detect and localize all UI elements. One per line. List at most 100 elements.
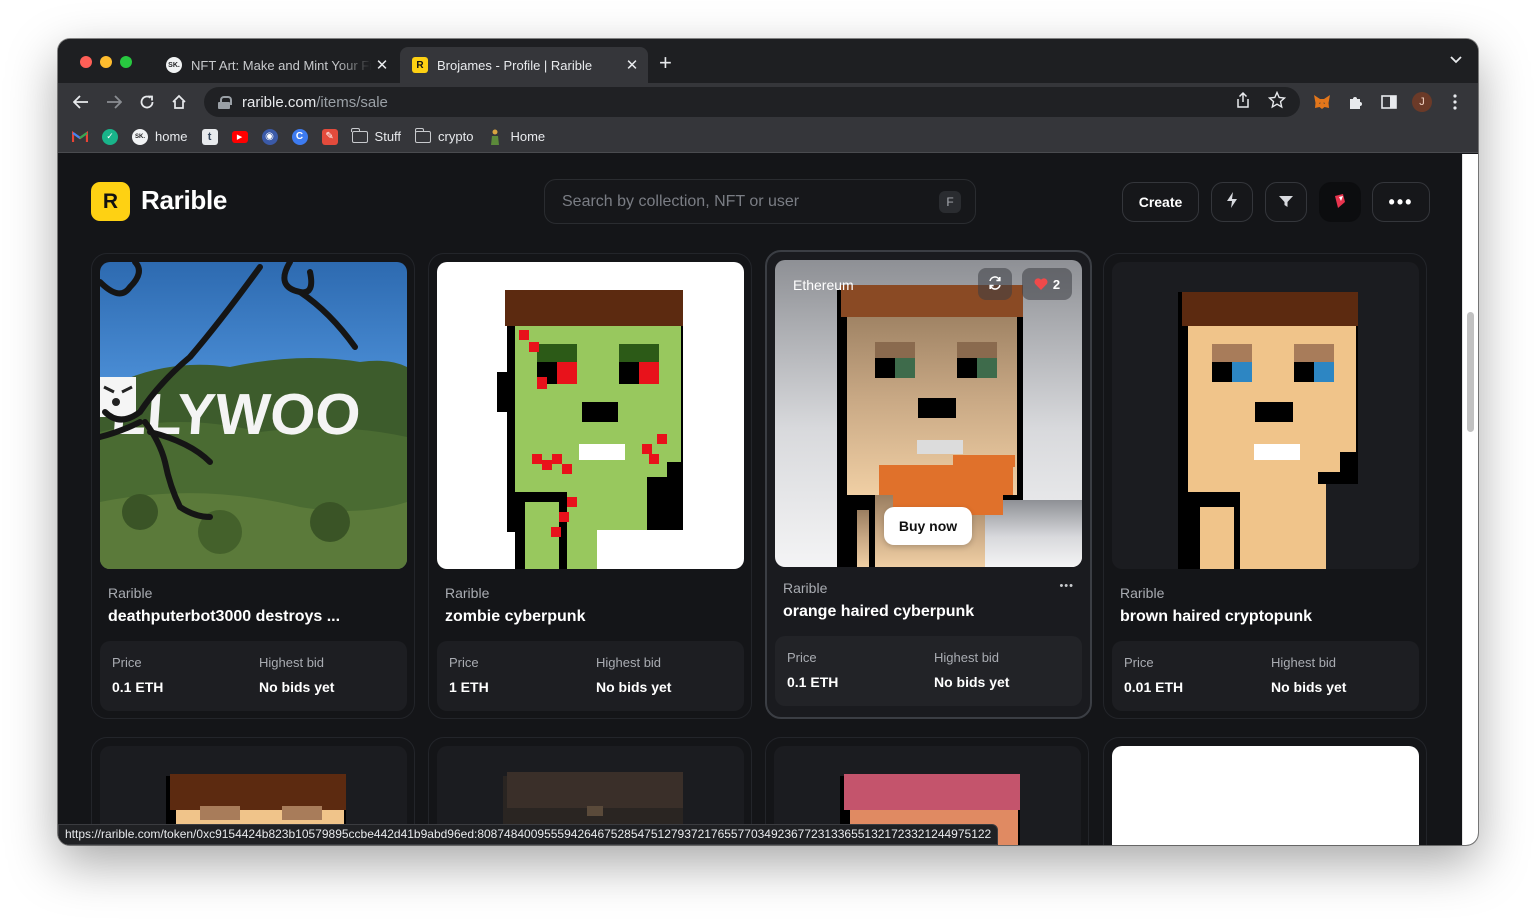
bookmark-gmail[interactable] (72, 129, 88, 145)
nft-image-zombie[interactable] (437, 262, 744, 569)
nft-image-hollywood[interactable]: LLYWOO (100, 262, 407, 569)
scrollbar-thumb[interactable] (1467, 312, 1474, 432)
tab-rarible-profile[interactable]: R Brojames - Profile | Rarible ✕ (400, 47, 648, 83)
chain-label: Ethereum (793, 277, 854, 293)
price-info: Price 0.1 ETH Highest bid No bids yet (775, 636, 1082, 706)
shield-check-icon: ✓ (102, 128, 118, 145)
nft-title[interactable]: zombie cyberpunk (445, 608, 585, 626)
nft-image-orange-haired[interactable]: Ethereum 2 Buy now (775, 260, 1082, 567)
page-scrollbar[interactable] (1462, 154, 1478, 845)
close-window-button[interactable] (80, 56, 92, 68)
bookmark-home-sk[interactable]: SK. home (132, 128, 188, 145)
tab-strip: SK. NFT Art: Make and Mint Your First NF… (58, 39, 1478, 83)
nft-card[interactable]: Rarible brown haired cryptopunk Price 0.… (1103, 253, 1427, 719)
c-icon: C (291, 128, 308, 145)
price-label: Price (787, 650, 817, 665)
tab-close-icon[interactable]: ✕ (622, 56, 642, 74)
tab-favicon-icon: SK. (166, 57, 182, 73)
bookmark-tool[interactable]: ✎ (321, 128, 338, 145)
tab-nft-art[interactable]: SK. NFT Art: Make and Mint Your First NF… (154, 47, 398, 83)
tab-search-chevron-icon[interactable] (1450, 53, 1462, 67)
bookmark-tumblr[interactable]: t (201, 128, 218, 145)
rarible-page: R Rarible Search by collection, NFT or u… (58, 154, 1478, 845)
highest-bid-label: Highest bid (934, 650, 1000, 665)
side-panel-icon[interactable] (1379, 92, 1399, 112)
brand-name[interactable]: Rarible (141, 185, 227, 216)
lock-icon[interactable] (218, 95, 232, 109)
person-icon (487, 129, 503, 145)
reload-icon[interactable] (134, 89, 160, 115)
new-tab-button[interactable]: + (659, 51, 672, 75)
bookmark-label: Stuff (374, 129, 402, 144)
collection-name[interactable]: Rarible (1120, 585, 1164, 601)
price-info: Price 0.01 ETH Highest bid No bids yet (1112, 641, 1419, 711)
swap-button[interactable] (1265, 182, 1307, 222)
bookmark-home[interactable]: Home (487, 129, 545, 145)
nft-title[interactable]: deathputerbot3000 destroys ... (108, 608, 340, 626)
minimize-window-button[interactable] (100, 56, 112, 68)
price-info: Price 0.1 ETH Highest bid No bids yet (100, 641, 407, 711)
browser-toolbar: rarible.com/items/sale J (58, 83, 1478, 121)
address-bar[interactable]: rarible.com/items/sale (204, 87, 1300, 117)
extensions-puzzle-icon[interactable] (1346, 92, 1366, 112)
like-button[interactable]: 2 (1022, 268, 1072, 300)
share-icon[interactable] (1236, 91, 1250, 113)
price-value: 0.1 ETH (112, 679, 164, 695)
wallet-button[interactable] (1319, 182, 1361, 222)
sk-icon: SK. (132, 128, 148, 145)
search-placeholder: Search by collection, NFT or user (562, 193, 800, 210)
metamask-icon[interactable] (1312, 92, 1332, 112)
bookmark-youtube[interactable]: ▶ (231, 130, 248, 143)
buy-now-button[interactable]: Buy now (884, 507, 972, 545)
search-input[interactable]: Search by collection, NFT or user F (544, 179, 976, 224)
nft-title[interactable]: brown haired cryptopunk (1120, 608, 1312, 626)
bookmark-shield[interactable]: ✓ (102, 128, 118, 145)
collection-name[interactable]: Rarible (445, 585, 489, 601)
youtube-icon: ▶ (231, 130, 248, 143)
bookmark-label: home (155, 129, 188, 144)
rarible-logo[interactable]: R (91, 182, 130, 221)
nft-image[interactable] (1112, 746, 1419, 845)
bookmark-globe[interactable]: ◉ (261, 128, 278, 145)
tab-close-icon[interactable]: ✕ (372, 56, 392, 74)
activity-bolt-button[interactable] (1211, 182, 1253, 222)
browser-menu-icon[interactable] (1445, 92, 1465, 112)
highest-bid-value: No bids yet (596, 679, 672, 695)
highest-bid-value: No bids yet (259, 679, 335, 695)
nft-card[interactable]: LLYWOO Rarible deathputerbot3000 destroy… (91, 253, 415, 719)
back-arrow-icon[interactable] (68, 89, 94, 115)
price-label: Price (449, 655, 479, 670)
maximize-window-button[interactable] (120, 56, 132, 68)
nft-card-hovered[interactable]: Ethereum 2 Buy now Rarible ••• orange ha… (765, 250, 1092, 719)
refresh-button[interactable] (978, 268, 1012, 300)
bookmark-c[interactable]: C (291, 128, 308, 145)
more-options-button[interactable]: ••• (1372, 182, 1430, 222)
create-button[interactable]: Create (1122, 182, 1199, 222)
nft-title[interactable]: orange haired cyberpunk (783, 603, 974, 621)
tab-favicon-icon: R (412, 57, 428, 73)
filter-funnel-icon (1278, 194, 1294, 211)
highest-bid-value: No bids yet (934, 674, 1010, 690)
bookmarks-bar: ✓ SK. home t ▶ ◉ C ✎ Stuff crypto Home (58, 121, 1478, 153)
tab-title: Brojames - Profile | Rarible (437, 57, 593, 73)
nft-image-brown-haired[interactable] (1112, 262, 1419, 569)
search-shortcut-key: F (939, 191, 961, 213)
browser-window: SK. NFT Art: Make and Mint Your First NF… (58, 39, 1478, 845)
bookmark-star-icon[interactable] (1267, 90, 1287, 113)
collection-name[interactable]: Rarible (783, 580, 827, 596)
link-status-bar: https://rarible.com/token/0xc9154424b823… (58, 824, 999, 845)
card-more-options-icon[interactable]: ••• (1059, 580, 1074, 592)
collection-name[interactable]: Rarible (108, 585, 152, 601)
bookmark-folder-crypto[interactable]: crypto (414, 127, 473, 144)
profile-avatar[interactable]: J (1412, 92, 1432, 112)
price-value: 1 ETH (449, 679, 489, 695)
nft-card[interactable]: Rarible zombie cyberpunk Price 1 ETH Hig… (428, 253, 752, 719)
price-label: Price (112, 655, 142, 670)
bookmark-folder-stuff[interactable]: Stuff (351, 127, 402, 144)
forward-arrow-icon[interactable] (101, 89, 127, 115)
folder-icon (351, 127, 368, 143)
home-icon[interactable] (166, 89, 192, 115)
price-value: 0.01 ETH (1124, 679, 1184, 695)
url-text: rarible.com/items/sale (242, 93, 388, 111)
nft-card[interactable] (1103, 737, 1427, 845)
